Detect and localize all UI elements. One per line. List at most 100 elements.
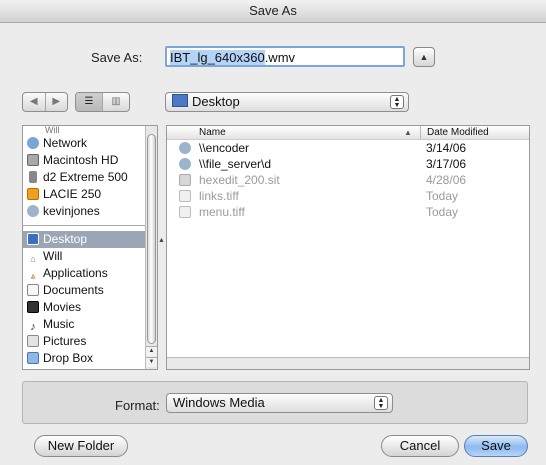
file-date: Today — [426, 205, 459, 219]
back-forward-buttons: ◀ ▶ — [22, 92, 68, 112]
file-row: menu.tiff Today — [167, 204, 529, 220]
save-button[interactable]: Save — [464, 435, 528, 457]
popup-arrows-icon: ▲ ▼ — [374, 396, 388, 410]
navigation-row: ◀ ▶ ☰ ▥ Desktop ▲ ▼ — [0, 92, 546, 114]
cancel-button[interactable]: Cancel — [381, 435, 459, 457]
file-list-horizontal-scrollbar[interactable] — [167, 357, 529, 369]
triangle-up-icon: ▲ — [419, 52, 429, 62]
file-list-header: Name ▲ Date Modified — [167, 126, 529, 140]
column-view-icon[interactable]: ▥ — [103, 93, 129, 111]
file-name: links.tiff — [199, 189, 239, 203]
column-header-name[interactable]: Name — [199, 126, 226, 139]
format-popup[interactable]: Windows Media ▲ ▼ — [166, 393, 393, 413]
movies-icon — [27, 301, 39, 313]
sidebar-item-lacie-250[interactable]: LACIE 250 — [23, 186, 157, 203]
sidebar-item-label: Drop Box — [43, 351, 94, 365]
sidebar-item-label: Desktop — [43, 232, 88, 246]
file-date: 3/14/06 — [426, 141, 467, 155]
forward-arrow-icon[interactable]: ▶ — [46, 93, 68, 111]
file-name: menu.tiff — [199, 205, 245, 219]
sidebar-item-desktop[interactable]: Desktop — [23, 231, 157, 248]
resize-arrow-icon: ▲ — [158, 237, 165, 244]
sidebar-item-label: Macintosh HD — [43, 153, 119, 167]
file-name: \\file_server\d — [199, 157, 272, 171]
sidebar-item-label: Will — [43, 249, 63, 263]
sidebar-item-will[interactable]: ⌂ Will — [23, 248, 157, 265]
sidebar-item-macintosh-hd[interactable]: Macintosh HD — [23, 152, 157, 169]
file-row[interactable]: \\file_server\d 3/17/06 — [167, 156, 529, 172]
sidebar-item-label: Applications — [43, 266, 108, 280]
file-name: hexedit_200.sit — [199, 173, 280, 187]
file-row[interactable]: \\encoder 3/14/06 — [167, 140, 529, 156]
sidebar-scroll-thumb[interactable] — [147, 134, 156, 344]
pictures-icon — [27, 335, 39, 347]
network-globe-icon — [27, 137, 39, 149]
sidebar-item-label: kevinjones — [43, 204, 100, 218]
sidebar-item-d2-extreme[interactable]: d2 Extreme 500 — [23, 169, 157, 186]
format-panel: Format: Windows Media ▲ ▼ — [22, 381, 528, 424]
file-date: 3/17/06 — [426, 157, 467, 171]
filename-input[interactable]: IBT_lg_640x360.wmv — [165, 46, 405, 67]
sidebar-item-movies[interactable]: Movies — [23, 299, 157, 316]
network-share-icon — [179, 158, 191, 170]
music-icon: ♪ — [30, 321, 36, 333]
external-drive-orange-icon — [27, 188, 39, 200]
sidebar-item-documents[interactable]: Documents — [23, 282, 157, 299]
file-row: links.tiff Today — [167, 188, 529, 204]
sidebar-item-applications[interactable]: ⩓ Applications — [23, 265, 157, 282]
filename-extension: .wmv — [264, 50, 296, 65]
sidebar-item-kevinjones[interactable]: kevinjones — [23, 203, 157, 220]
hard-drive-icon — [27, 154, 39, 166]
sidebar-item-music[interactable]: ♪ Music — [23, 316, 157, 333]
archive-icon — [179, 174, 191, 186]
scroll-up-icon[interactable]: ▲ — [146, 346, 157, 356]
sidebar-scrollbar[interactable]: ▲ ▼ — [145, 126, 157, 369]
popup-arrows-icon: ▲ ▼ — [390, 95, 404, 109]
applications-icon: ⩓ — [30, 271, 36, 281]
sidebar-item-label: Documents — [43, 283, 104, 297]
sidebar-item-label: Music — [43, 317, 75, 331]
documents-icon — [27, 284, 39, 296]
sidebar-divider — [23, 225, 157, 226]
home-icon: ⌂ — [30, 254, 36, 264]
sidebar-item-label: d2 Extreme 500 — [43, 170, 128, 184]
external-drive-icon — [29, 171, 37, 183]
location-value: Desktop — [192, 94, 240, 109]
window-title: Save As — [0, 0, 546, 23]
format-value: Windows Media — [173, 395, 265, 410]
file-date: 4/28/06 — [426, 173, 467, 187]
sidebar-item-label: LACIE 250 — [43, 187, 102, 201]
list-view-icon[interactable]: ☰ — [76, 93, 103, 111]
format-label: Format: — [115, 398, 160, 413]
tiff-file-icon — [179, 190, 191, 202]
location-popup[interactable]: Desktop ▲ ▼ — [165, 92, 409, 112]
scroll-down-icon[interactable]: ▼ — [146, 357, 157, 367]
filename-selected: IBT_lg_640x360 — [170, 50, 265, 65]
view-mode-buttons: ☰ ▥ — [75, 92, 130, 112]
sidebar-item-network[interactable]: Network — [23, 135, 157, 152]
tiff-file-icon — [179, 206, 191, 218]
column-header-date[interactable]: Date Modified — [420, 126, 529, 139]
file-name: \\encoder — [199, 141, 250, 155]
sidebar-item-pictures[interactable]: Pictures — [23, 333, 157, 350]
sidebar-item-label: Network — [43, 136, 88, 150]
save-as-label: Save As: — [91, 50, 143, 65]
sidebar: Will Network Macintosh HD d2 Extreme 500… — [22, 125, 158, 370]
back-arrow-icon[interactable]: ◀ — [23, 93, 46, 111]
sort-ascending-icon: ▲ — [404, 128, 412, 137]
network-share-icon — [179, 142, 191, 154]
sidebar-item-drop-box[interactable]: Drop Box — [23, 350, 157, 367]
save-as-row: Save As: IBT_lg_640x360.wmv ▲ — [0, 46, 546, 70]
sidebar-partial-item: Will — [45, 126, 60, 135]
collapse-dialog-button[interactable]: ▲ — [413, 47, 435, 67]
file-row: hexedit_200.sit 4/28/06 — [167, 172, 529, 188]
dropbox-folder-icon — [27, 352, 39, 364]
sidebar-item-label: Pictures — [43, 334, 87, 348]
network-share-icon — [27, 205, 39, 217]
file-list: Name ▲ Date Modified \\encoder 3/14/06 \… — [166, 125, 530, 370]
file-date: Today — [426, 189, 459, 203]
desktop-folder-icon — [172, 94, 188, 107]
sidebar-resize-handle[interactable]: ▲ — [157, 125, 166, 368]
new-folder-button[interactable]: New Folder — [34, 435, 128, 457]
desktop-icon — [27, 233, 39, 245]
